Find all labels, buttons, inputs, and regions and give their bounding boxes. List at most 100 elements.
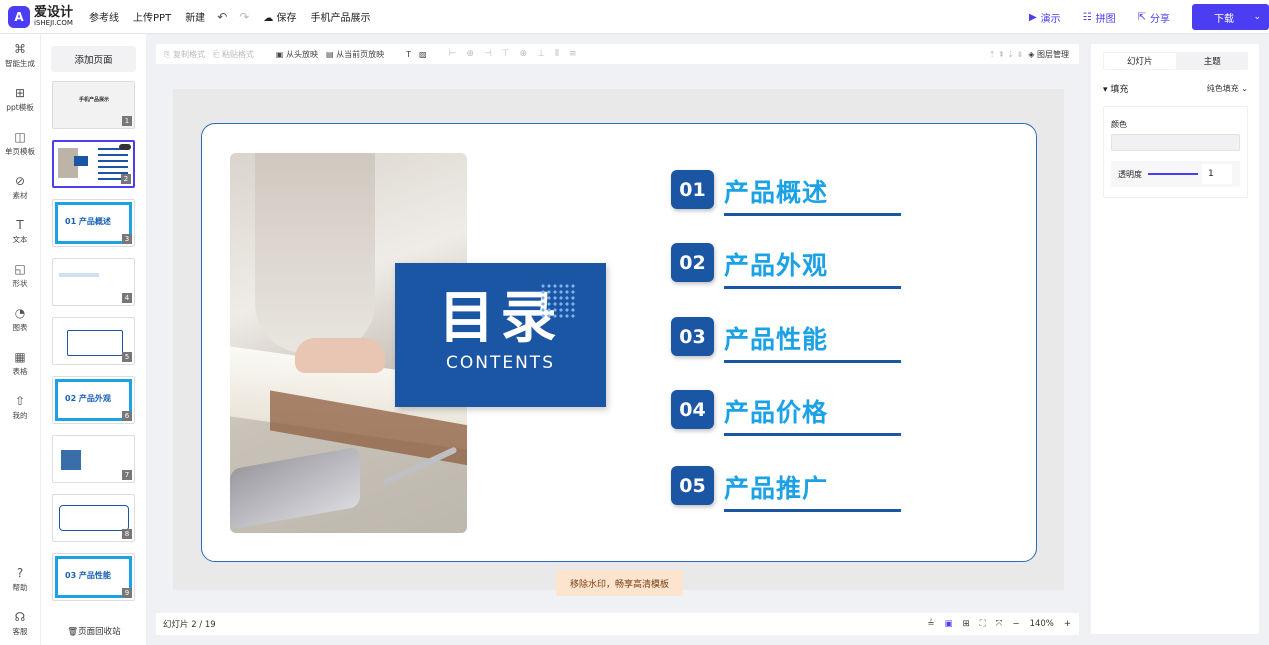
- layer-up-icons[interactable]: ⇡ ⇞ ⇣ ⇟: [989, 50, 1029, 59]
- slide-thumbnail-7[interactable]: 7: [52, 435, 135, 483]
- toc-item-4[interactable]: 04 产品价格: [671, 390, 911, 438]
- upload-ppt-menu[interactable]: 上传PPT: [133, 9, 171, 24]
- page-template-icon: ◫: [14, 130, 26, 144]
- grid-view-icon[interactable]: ⊞: [963, 619, 970, 629]
- logo-icon: A: [8, 5, 30, 28]
- copy-format-button[interactable]: ⎘ 复制格式: [164, 49, 205, 60]
- distribute-horizontal-icon[interactable]: ⦀: [555, 49, 559, 59]
- align-center-icon[interactable]: ⊕: [466, 49, 474, 59]
- toc-item-1[interactable]: 01 产品概述: [671, 170, 911, 218]
- slide-frame[interactable]: 目录 CONTENTS 01 产品概述 02 产品外观 03 产品性能 04 产…: [201, 123, 1037, 562]
- page-recycle-bin-button[interactable]: 🗑页面回收站: [51, 625, 137, 637]
- document-title[interactable]: 手机产品展示: [311, 9, 371, 24]
- thumbnail-title: 手机产品展示: [79, 97, 110, 103]
- toc-number: 01: [671, 170, 714, 209]
- slide-thumbnail-1[interactable]: 手机产品展示 1: [52, 81, 135, 129]
- thumbnail-number: 3: [122, 234, 132, 244]
- align-middle-icon[interactable]: ⊕: [520, 49, 528, 59]
- nav-chart[interactable]: ◔ 图表: [0, 306, 40, 333]
- toc-item-3[interactable]: 03 产品性能: [671, 317, 911, 365]
- tab-theme[interactable]: 主题: [1177, 52, 1249, 70]
- thumbnail-title: 01 产品概述: [65, 217, 111, 226]
- slide-canvas[interactable]: 目录 CONTENTS 01 产品概述 02 产品外观 03 产品性能 04 产…: [173, 89, 1064, 590]
- collage-button[interactable]: ☷ 拼图: [1083, 10, 1116, 25]
- slide-title-box[interactable]: 目录 CONTENTS: [395, 263, 606, 407]
- thumbnail-title-box: [74, 156, 88, 166]
- thumbnail-line: [59, 273, 99, 277]
- nav-customer-service[interactable]: ☊ 客服: [0, 610, 40, 637]
- share-button[interactable]: ⇱ 分享: [1138, 10, 1170, 25]
- guideline-menu[interactable]: 参考线: [89, 9, 119, 24]
- slide-thumbnail-8[interactable]: 8: [52, 494, 135, 542]
- align-bottom-icon[interactable]: ⊥: [537, 49, 545, 59]
- layer-manage-button[interactable]: ⇡ ⇞ ⇣ ⇟ ◈ 图层管理: [989, 49, 1069, 60]
- save-label: 保存: [276, 13, 297, 24]
- slide-thumbnail-4[interactable]: 4: [52, 258, 135, 306]
- thumbnail-photo: [61, 450, 81, 470]
- logo[interactable]: A 爱设计 iSHEJI.COM: [8, 5, 73, 28]
- nav-table[interactable]: ▦ 表格: [0, 350, 40, 377]
- notes-icon[interactable]: ≟: [927, 619, 934, 629]
- slide-thumbnail-3[interactable]: 01 产品概述 3: [52, 199, 135, 247]
- nav-mine[interactable]: ⇧ 我的: [0, 394, 40, 421]
- chevron-down-icon[interactable]: ⌄: [1253, 12, 1261, 22]
- zoom-in-icon[interactable]: +: [1064, 619, 1071, 629]
- normal-view-icon[interactable]: ▣: [945, 619, 953, 629]
- nav-label: 素材: [12, 191, 28, 200]
- download-button[interactable]: 下载 ⌄: [1192, 4, 1269, 30]
- present-button[interactable]: ▶ 演示: [1029, 10, 1061, 25]
- play-from-start-button[interactable]: ▣ 从头放映: [276, 49, 318, 60]
- headset-icon: ☊: [14, 610, 26, 624]
- remove-watermark-button[interactable]: 移除水印，畅享高清模板: [556, 570, 683, 596]
- fill-toggle[interactable]: ▾ 填充: [1103, 82, 1128, 95]
- nav-help[interactable]: ? 帮助: [0, 566, 40, 593]
- toc-item-5[interactable]: 05 产品推广: [671, 466, 911, 514]
- nav-ai-generate[interactable]: ⌘ 智能生成: [0, 42, 40, 69]
- new-menu[interactable]: 新建: [185, 9, 205, 24]
- slide-thumbnail-6[interactable]: 02 产品外观 6: [52, 376, 135, 424]
- nav-text[interactable]: T 文本: [0, 218, 40, 245]
- nav-material[interactable]: ⊘ 素材: [0, 174, 40, 201]
- nav-page-template[interactable]: ◫ 单页模板: [0, 130, 40, 157]
- collage-icon: ☷: [1082, 11, 1092, 23]
- distribute-vertical-icon[interactable]: ≡: [569, 49, 577, 59]
- shape-icon: ◱: [14, 262, 26, 276]
- align-top-icon[interactable]: ⊤: [502, 49, 510, 59]
- align-left-icon[interactable]: ⊢: [449, 49, 457, 59]
- actual-size-icon[interactable]: ⤧: [996, 619, 1003, 629]
- thumbnail-number: 8: [122, 529, 132, 539]
- color-swatch[interactable]: [1111, 134, 1240, 151]
- redo-icon[interactable]: ↷: [239, 10, 249, 24]
- zoom-level[interactable]: 140%: [1030, 619, 1054, 629]
- text-box-icon[interactable]: T: [406, 50, 411, 59]
- play-from-current-button[interactable]: ▤ 从当前页放映: [326, 49, 384, 60]
- toc-text: 产品概述: [724, 178, 829, 207]
- tab-slide[interactable]: 幻灯片: [1104, 53, 1176, 69]
- paste-format-button[interactable]: ⎗ 粘贴格式: [213, 49, 254, 60]
- fit-screen-icon[interactable]: ⛶: [980, 619, 986, 629]
- thumbnail-card: [67, 330, 123, 356]
- slide-subtitle[interactable]: CONTENTS: [395, 353, 606, 373]
- opacity-control: 透明度 1: [1111, 161, 1240, 187]
- nav-ppt-template[interactable]: ⊞ ppt模板: [0, 86, 40, 113]
- toc-number: 05: [671, 466, 714, 505]
- undo-icon[interactable]: ↶: [217, 10, 227, 24]
- opacity-slider[interactable]: [1148, 173, 1198, 175]
- top-bar: A 爱设计 iSHEJI.COM 参考线 上传PPT 新建 ↶ ↷ ☁ 保存 手…: [0, 0, 1269, 34]
- recycle-label: 页面回收站: [78, 627, 121, 637]
- save-button[interactable]: ☁ 保存: [263, 9, 296, 24]
- slide-thumbnail-5[interactable]: 5: [52, 317, 135, 365]
- opacity-input[interactable]: 1: [1202, 164, 1232, 184]
- slide-thumbnail-9[interactable]: 03 产品性能 9: [52, 553, 135, 601]
- align-right-icon[interactable]: ⊣: [484, 49, 492, 59]
- image-icon[interactable]: ▨: [419, 50, 427, 59]
- slide-thumbnail-2[interactable]: 2: [52, 140, 135, 188]
- more-icon[interactable]: [119, 144, 131, 150]
- add-page-button[interactable]: 添加页面: [51, 46, 136, 72]
- nav-label: 我的: [12, 411, 28, 420]
- toc-item-2[interactable]: 02 产品外观: [671, 243, 911, 291]
- nav-shape[interactable]: ◱ 形状: [0, 262, 40, 289]
- fill-type-select[interactable]: 纯色填充 ⌄: [1207, 83, 1248, 94]
- nav-label: 形状: [12, 279, 28, 288]
- zoom-out-icon[interactable]: −: [1012, 619, 1019, 629]
